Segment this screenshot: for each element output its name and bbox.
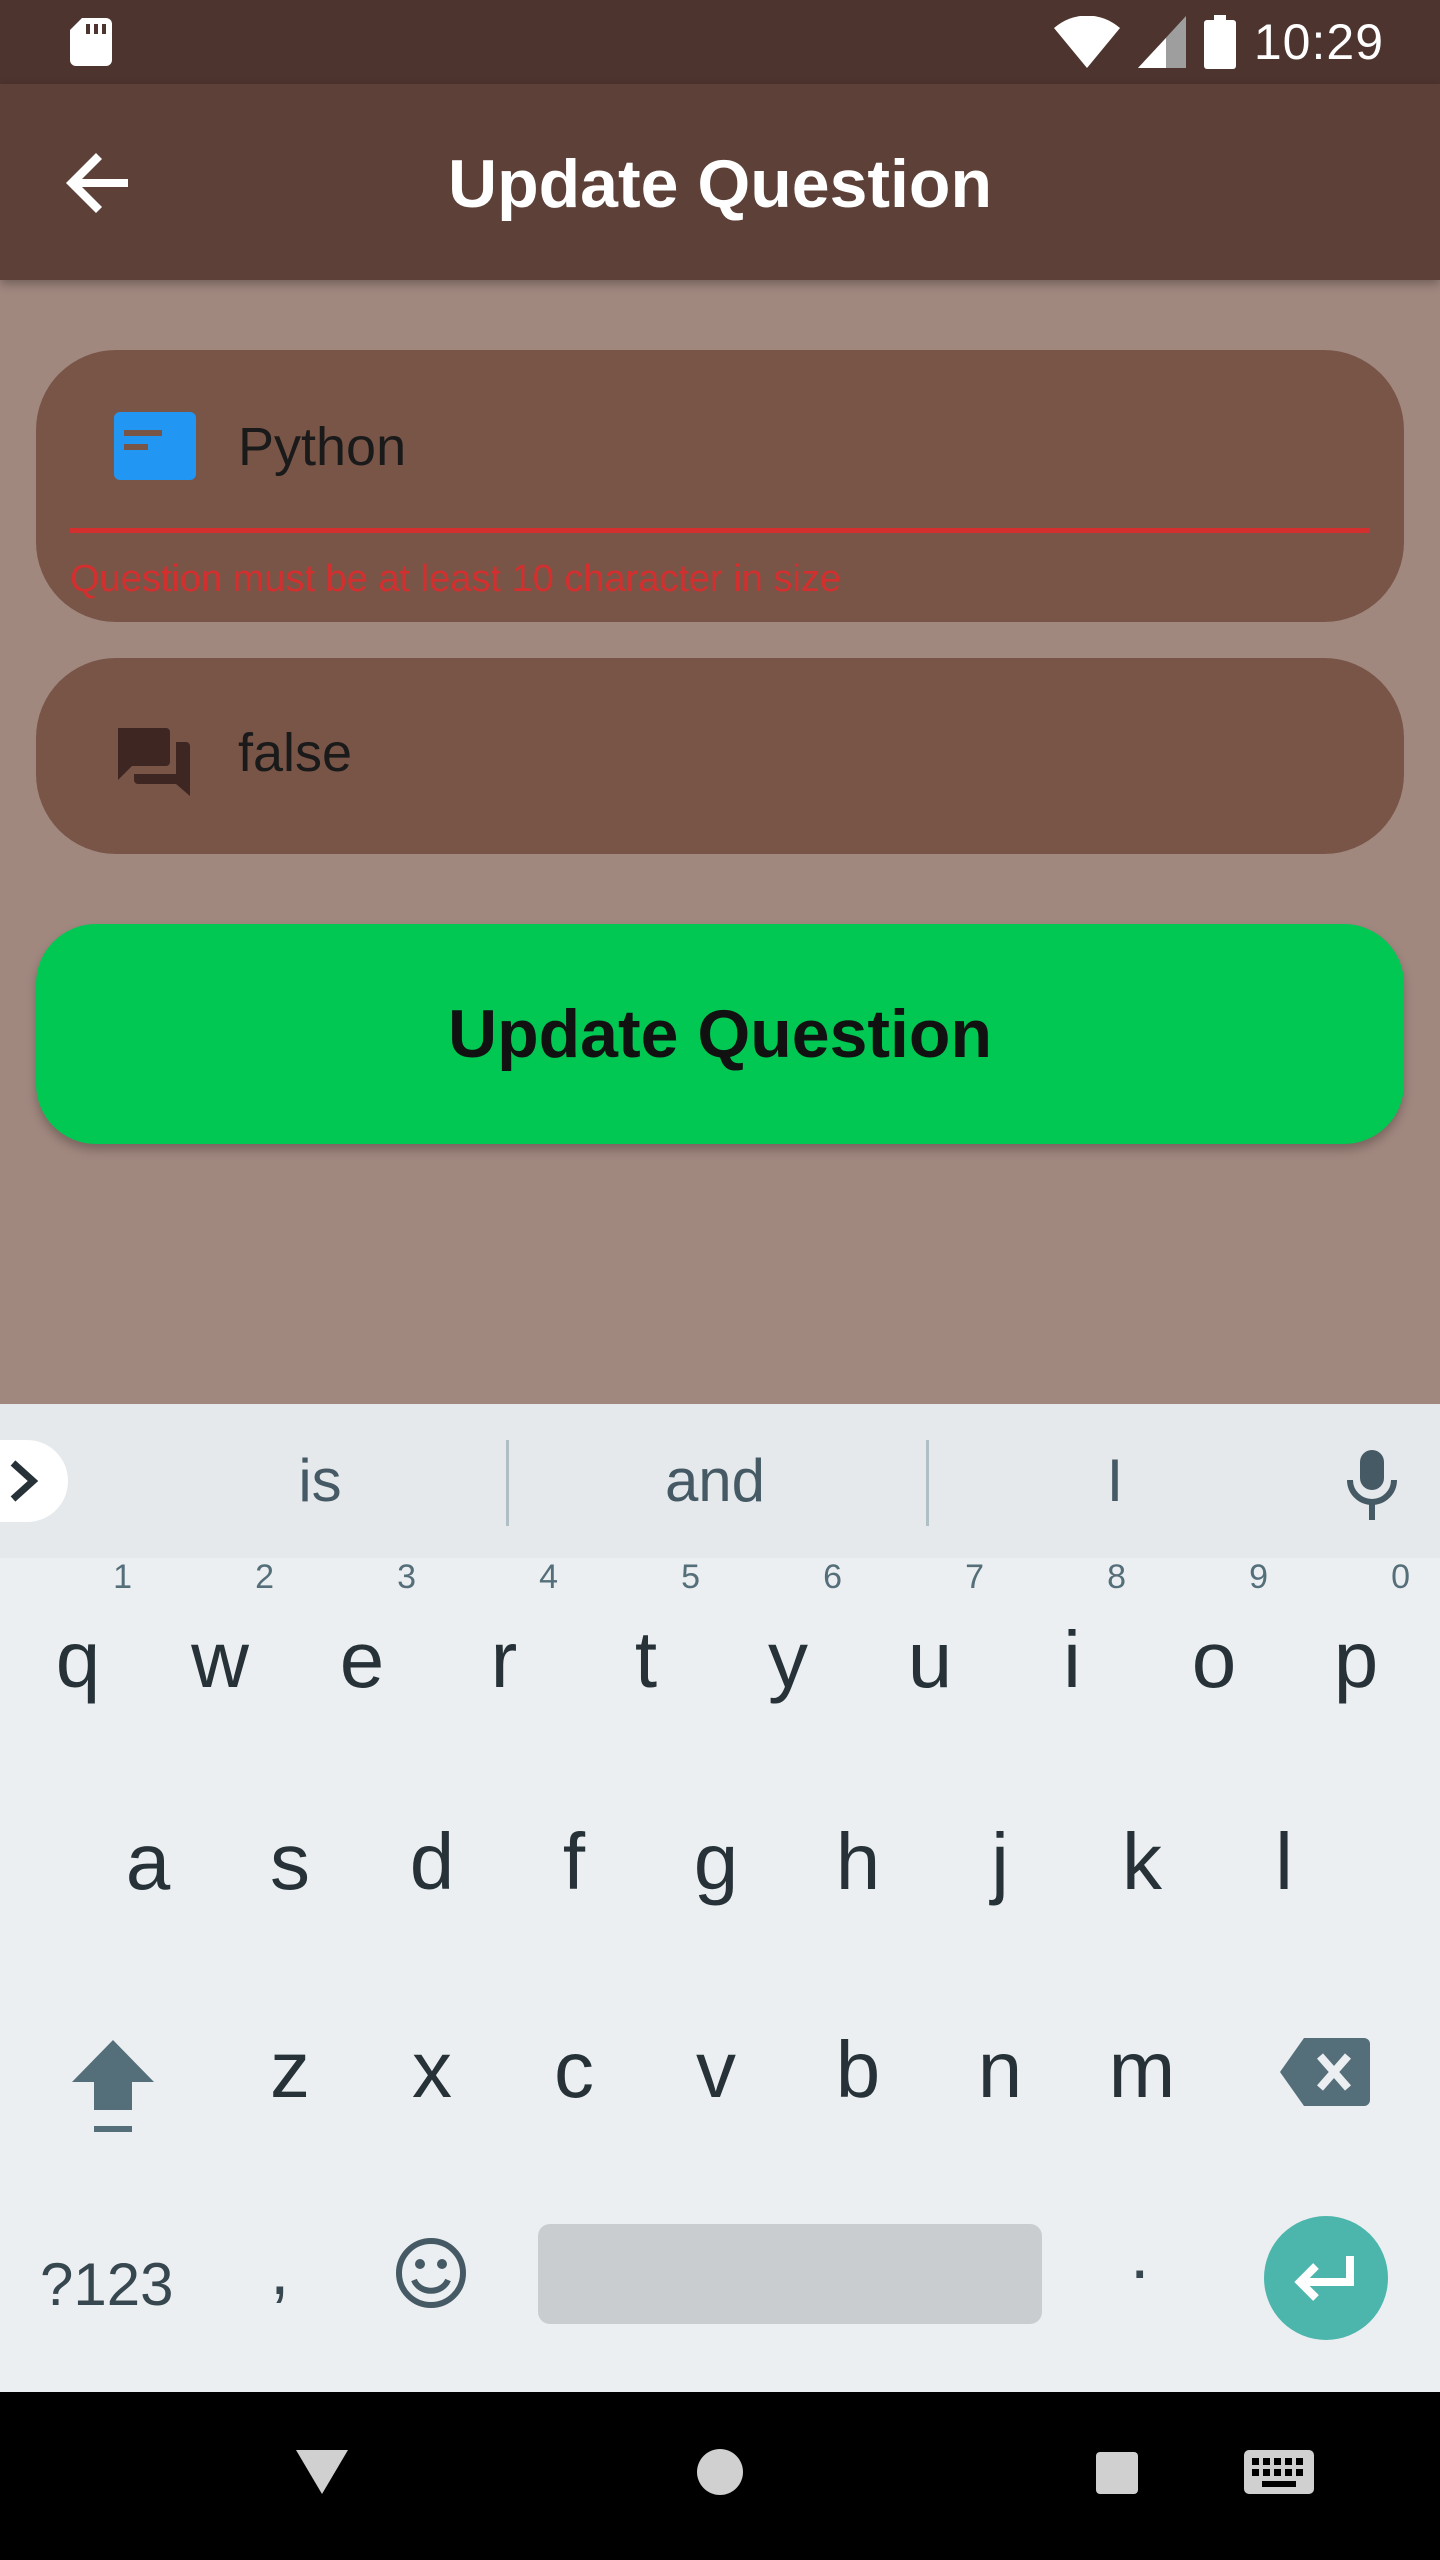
key-k[interactable]: k xyxy=(1070,1816,1214,1908)
page-title: Update Question xyxy=(447,146,993,222)
suggestion-divider xyxy=(926,1440,929,1526)
status-time: 10:29 xyxy=(1253,14,1384,70)
suggestion-2[interactable]: and xyxy=(540,1404,890,1558)
key-o[interactable]: o9 xyxy=(1142,1558,1286,1706)
key-q[interactable]: q1 xyxy=(6,1558,150,1706)
key-m[interactable]: m xyxy=(1070,2024,1214,2116)
question-error-text: Question must be at least 10 character i… xyxy=(70,558,841,600)
key-i[interactable]: i8 xyxy=(1000,1558,1144,1706)
suggestion-divider xyxy=(506,1440,509,1526)
period-key[interactable]: . xyxy=(1130,2214,1149,2294)
key-h[interactable]: h xyxy=(786,1816,930,1908)
status-bar: 10:29 xyxy=(0,0,1440,84)
signal-icon xyxy=(1137,16,1186,68)
enter-key[interactable] xyxy=(1264,2216,1388,2340)
key-f[interactable]: f xyxy=(502,1816,646,1908)
wifi-icon xyxy=(1053,16,1120,68)
space-key[interactable] xyxy=(538,2224,1042,2324)
key-e[interactable]: e3 xyxy=(290,1558,434,1706)
key-g[interactable]: g xyxy=(644,1816,788,1908)
key-j[interactable]: j xyxy=(928,1816,1072,1908)
nav-recents-icon[interactable] xyxy=(1096,2452,1138,2494)
key-c[interactable]: c xyxy=(502,2024,646,2116)
key-l[interactable]: l xyxy=(1212,1816,1356,1908)
key-r[interactable]: r4 xyxy=(432,1558,576,1706)
question-field[interactable]: Python Question must be at least 10 char… xyxy=(36,350,1404,622)
chevron-right-icon xyxy=(10,1460,39,1502)
nav-back-icon[interactable] xyxy=(296,2450,348,2496)
symbols-key[interactable]: ?123 xyxy=(40,2250,173,2319)
key-w[interactable]: w2 xyxy=(148,1558,292,1706)
answer-field[interactable]: false xyxy=(36,658,1404,854)
key-z[interactable]: z xyxy=(218,2024,362,2116)
error-underline xyxy=(70,528,1370,533)
key-x[interactable]: x xyxy=(360,2024,504,2116)
key-d[interactable]: d xyxy=(360,1816,504,1908)
key-b[interactable]: b xyxy=(786,2024,930,2116)
key-t[interactable]: t5 xyxy=(574,1558,718,1706)
subtitles-icon xyxy=(114,412,196,480)
comma-key[interactable]: , xyxy=(270,2230,289,2310)
mic-icon[interactable] xyxy=(1340,1450,1404,1520)
sd-card-icon xyxy=(70,18,112,66)
enter-icon xyxy=(1294,2256,1354,2301)
answer-input-value[interactable]: false xyxy=(238,722,352,784)
forum-icon xyxy=(118,728,190,796)
key-y[interactable]: y6 xyxy=(716,1558,860,1706)
app-bar: Update Question xyxy=(0,84,1440,280)
shift-icon[interactable] xyxy=(70,2038,156,2138)
backspace-icon[interactable] xyxy=(1280,2038,1370,2106)
suggestion-strip: is and I xyxy=(0,1404,1440,1558)
key-a[interactable]: a xyxy=(76,1816,220,1908)
suggestion-1[interactable]: is xyxy=(160,1404,480,1558)
emoji-icon[interactable] xyxy=(394,2236,468,2310)
nav-home-icon[interactable] xyxy=(696,2448,744,2496)
suggestion-3[interactable]: I xyxy=(960,1404,1270,1558)
update-question-button[interactable]: Update Question xyxy=(36,924,1404,1144)
keyboard-icon[interactable] xyxy=(1244,2450,1314,2498)
soft-keyboard: is and I q1 w2 e3 r4 t5 y6 u7 i8 o9 p0 a… xyxy=(0,1404,1440,2392)
expand-toolbar-button[interactable] xyxy=(0,1440,68,1522)
key-n[interactable]: n xyxy=(928,2024,1072,2116)
navigation-bar xyxy=(0,2392,1440,2560)
key-s[interactable]: s xyxy=(218,1816,362,1908)
key-v[interactable]: v xyxy=(644,2024,788,2116)
key-u[interactable]: u7 xyxy=(858,1558,1002,1706)
battery-icon xyxy=(1203,15,1236,69)
question-input-value[interactable]: Python xyxy=(238,416,406,478)
key-p[interactable]: p0 xyxy=(1284,1558,1428,1706)
